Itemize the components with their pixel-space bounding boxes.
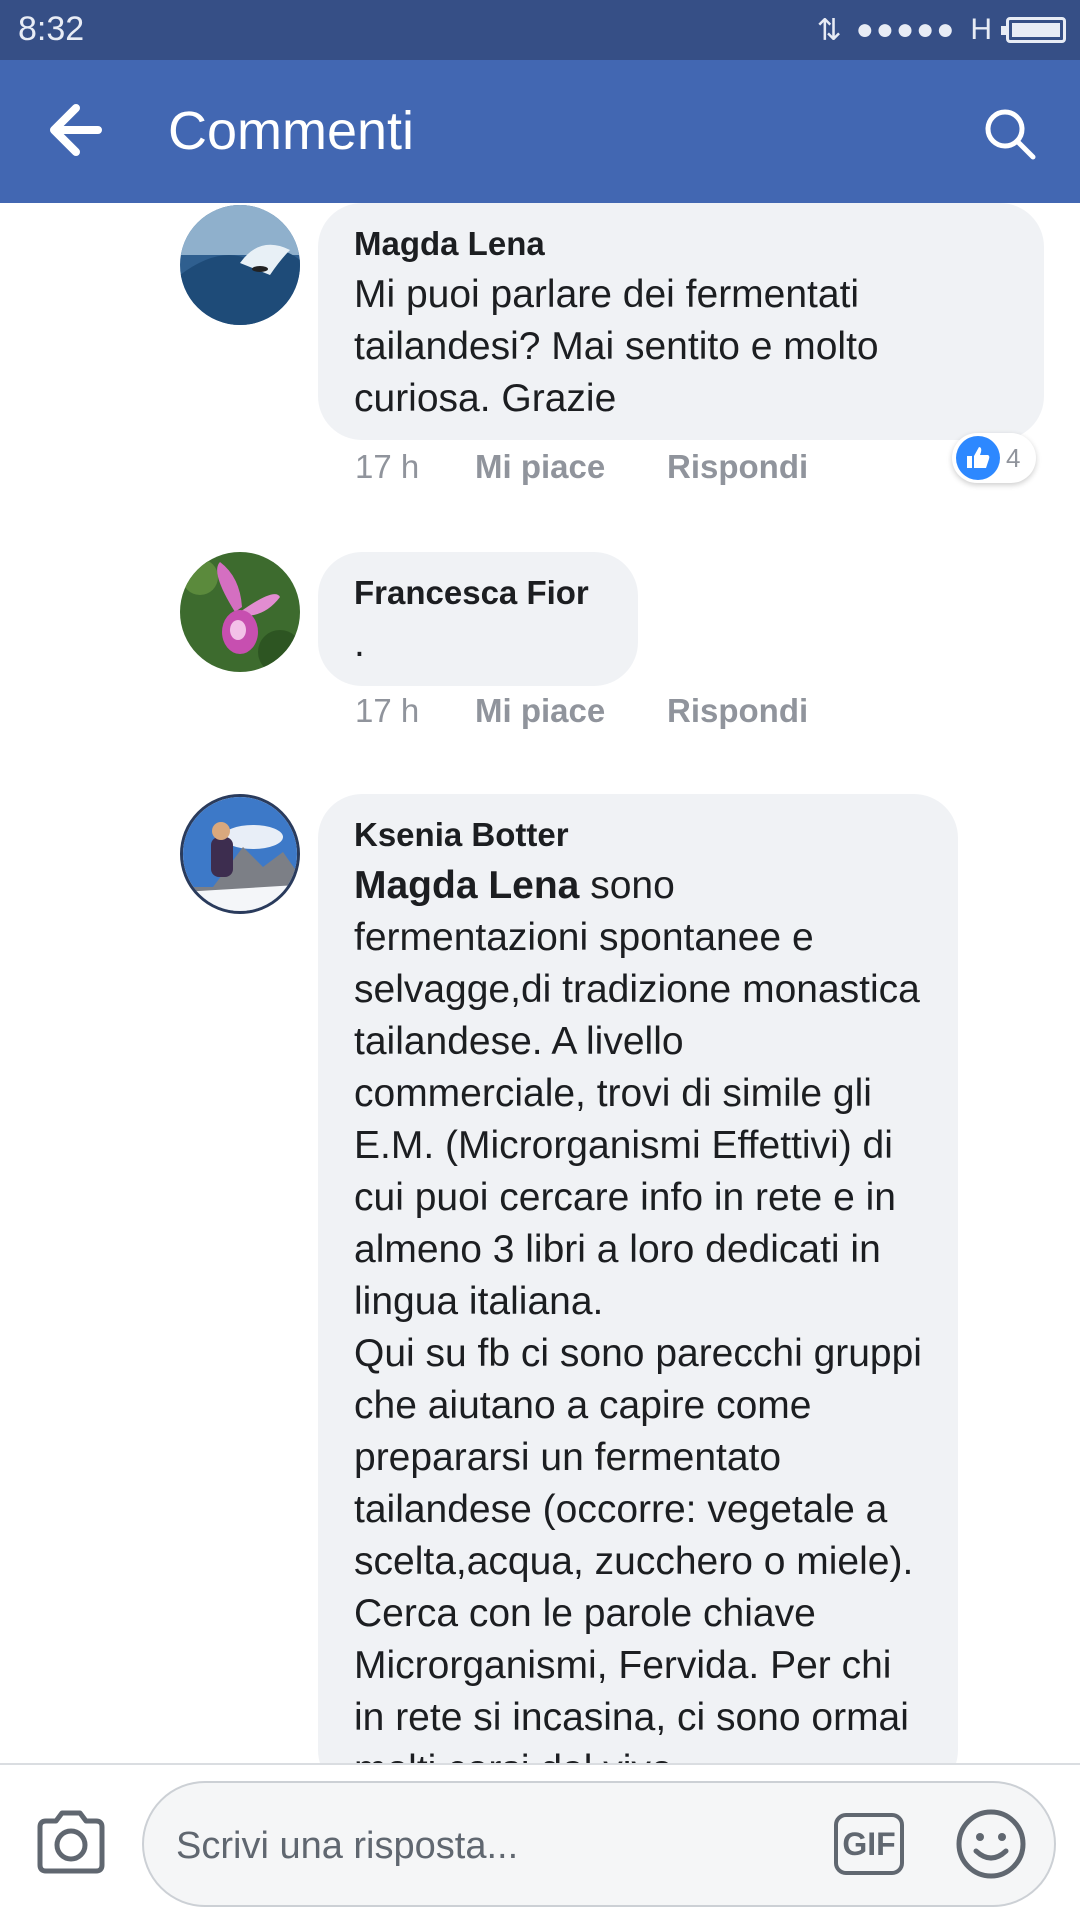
comment-author[interactable]: Francesca Fior bbox=[354, 574, 602, 612]
comment-text-start: sono bbox=[579, 864, 675, 907]
avatar[interactable] bbox=[180, 552, 300, 672]
comment-author[interactable]: Ksenia Botter bbox=[354, 816, 922, 854]
page-title: Commenti bbox=[168, 101, 415, 161]
comment-text: . bbox=[354, 622, 365, 665]
reply-input[interactable] bbox=[174, 1813, 738, 1879]
gif-button[interactable]: GIF bbox=[834, 1813, 904, 1875]
comment-text: Mi puoi parlare dei fermentati tailandes… bbox=[354, 273, 879, 420]
comment-text: Magda Lena sono fermentazioni spontanee … bbox=[354, 860, 922, 1763]
reply-composer: GIF bbox=[0, 1763, 1080, 1922]
comments-list: Magda Lena Mi puoi parlare dei fermentat… bbox=[0, 203, 1080, 1763]
comment-text-body-2: Qui su fb ci sono parecchi gruppi che ai… bbox=[354, 1332, 922, 1763]
comment-bubble[interactable]: Magda Lena Mi puoi parlare dei fermentat… bbox=[318, 203, 1044, 440]
network-type: H bbox=[970, 13, 992, 46]
back-arrow-icon bbox=[50, 104, 102, 156]
camera-icon bbox=[37, 1810, 105, 1874]
reply-button[interactable]: Rispondi bbox=[667, 448, 808, 486]
comment-time: 17 h bbox=[355, 448, 420, 485]
comment-time: 17 h bbox=[355, 692, 420, 729]
status-indicators: ⇅ ●●●●● H bbox=[817, 8, 1066, 52]
battery-icon bbox=[1001, 17, 1066, 43]
data-transfer-icon: ⇅ bbox=[816, 13, 842, 47]
comment-actions: 17 h Mi piace Rispondi bbox=[355, 448, 808, 486]
avatar-wave-image bbox=[180, 205, 300, 325]
like-button[interactable]: Mi piace bbox=[475, 448, 667, 486]
status-bar: 8:32 ⇅ ●●●●● H bbox=[0, 0, 1080, 60]
reply-input-box: GIF bbox=[142, 1781, 1056, 1907]
avatar[interactable] bbox=[180, 205, 300, 325]
signal-strength-icon: ●●●●● bbox=[855, 13, 957, 46]
smiley-icon bbox=[956, 1809, 1026, 1879]
reply-button[interactable]: Rispondi bbox=[667, 692, 808, 730]
comment-bubble[interactable]: Ksenia Botter Magda Lena sono fermentazi… bbox=[318, 794, 958, 1763]
app-bar: Commenti bbox=[0, 60, 1080, 203]
thumbs-up-icon bbox=[956, 436, 1000, 480]
mention-link[interactable]: Magda Lena bbox=[354, 864, 579, 907]
emoji-button[interactable] bbox=[954, 1807, 1028, 1881]
comment-text-body: fermentazioni spontanee e selvagge,di tr… bbox=[354, 916, 920, 1323]
back-button[interactable] bbox=[46, 100, 116, 160]
reaction-count: 4 bbox=[1006, 442, 1021, 473]
comment-bubble[interactable]: Francesca Fior . bbox=[318, 552, 638, 686]
search-button[interactable] bbox=[980, 104, 1040, 164]
reaction-summary[interactable]: 4 bbox=[952, 433, 1036, 483]
avatar-flower-image bbox=[180, 552, 300, 672]
avatar-mountain-image bbox=[183, 797, 297, 911]
search-icon bbox=[985, 109, 1036, 160]
like-button[interactable]: Mi piace bbox=[475, 692, 667, 730]
comment-author[interactable]: Magda Lena bbox=[354, 225, 1008, 263]
avatar[interactable] bbox=[180, 794, 300, 914]
comment-actions: 17 h Mi piace Rispondi bbox=[355, 692, 808, 730]
camera-button[interactable] bbox=[34, 1809, 108, 1875]
status-time: 8:32 bbox=[18, 10, 85, 48]
